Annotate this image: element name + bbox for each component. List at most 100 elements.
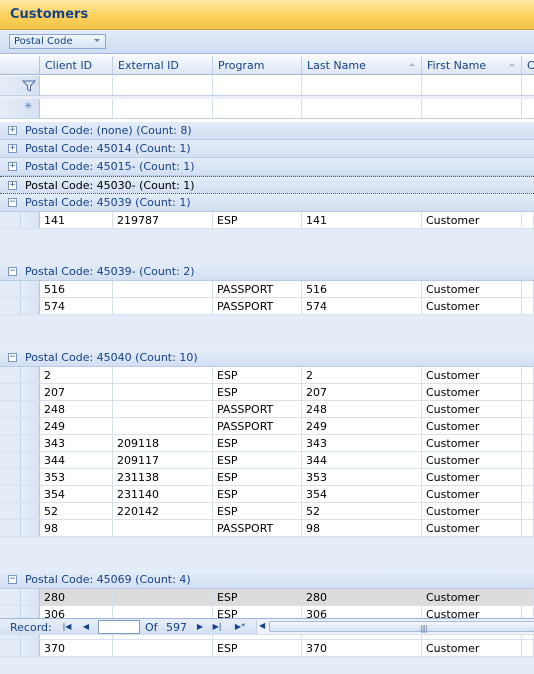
horizontal-scrollbar[interactable]: ◀ ||||	[256, 620, 534, 634]
cell-last-name[interactable]: 344	[302, 452, 422, 468]
cell-next[interactable]	[522, 281, 534, 297]
cell-external-id[interactable]: 219787	[113, 212, 213, 228]
previous-record-icon[interactable]: ◀	[81, 622, 91, 632]
row-indicator[interactable]	[21, 640, 40, 656]
cell-external-id[interactable]	[113, 298, 213, 314]
cell-last-name[interactable]: 516	[302, 281, 422, 297]
row-indicator[interactable]	[21, 281, 40, 297]
cell-program[interactable]: ESP	[213, 640, 302, 656]
table-row[interactable]: 354 231140 ESP 354 Customer	[0, 486, 534, 503]
cell-client-id[interactable]: 98	[40, 520, 113, 536]
group-row[interactable]: − Postal Code: 45069 (Count: 4)	[0, 571, 534, 589]
row-indicator[interactable]	[21, 384, 40, 400]
cell-last-name[interactable]: 2	[302, 367, 422, 383]
group-row[interactable]: − Postal Code: 45040 (Count: 10)	[0, 349, 534, 367]
filter-cell-external-id[interactable]	[113, 76, 213, 95]
new-record-icon[interactable]: ▶*	[233, 622, 247, 632]
column-header-last-name[interactable]: Last Name	[302, 56, 422, 74]
cell-client-id[interactable]: 249	[40, 418, 113, 434]
cell-program[interactable]: ESP	[213, 503, 302, 519]
cell-last-name[interactable]: 354	[302, 486, 422, 502]
cell-client-id[interactable]: 207	[40, 384, 113, 400]
group-row[interactable]: − Postal Code: 45039- (Count: 2)	[0, 263, 534, 281]
row-indicator[interactable]	[21, 418, 40, 434]
cell-client-id[interactable]: 370	[40, 640, 113, 656]
collapse-icon[interactable]: −	[8, 575, 17, 584]
cell-external-id[interactable]	[113, 401, 213, 417]
cell-external-id[interactable]	[113, 281, 213, 297]
row-indicator[interactable]	[21, 212, 40, 228]
cell-next[interactable]	[522, 589, 534, 605]
cell-first-name[interactable]: Customer	[422, 212, 522, 228]
cell-client-id[interactable]: 353	[40, 469, 113, 485]
cell-external-id[interactable]	[113, 384, 213, 400]
cell-program[interactable]: PASSPORT	[213, 401, 302, 417]
cell-next[interactable]	[522, 452, 534, 468]
cell-client-id[interactable]: 280	[40, 589, 113, 605]
cell-next[interactable]	[522, 486, 534, 502]
row-indicator[interactable]	[21, 435, 40, 451]
table-row[interactable]: 574 PASSPORT 574 Customer	[0, 298, 534, 315]
cell-next[interactable]	[522, 640, 534, 656]
cell-first-name[interactable]: Customer	[422, 486, 522, 502]
table-row[interactable]: 2 ESP 2 Customer	[0, 367, 534, 384]
cell-next[interactable]	[522, 418, 534, 434]
table-row[interactable]: 353 231138 ESP 353 Customer	[0, 469, 534, 486]
cell-last-name[interactable]: 353	[302, 469, 422, 485]
table-row[interactable]: 207 ESP 207 Customer	[0, 384, 534, 401]
cell-first-name[interactable]: Customer	[422, 469, 522, 485]
filter-cell-client-id[interactable]	[40, 76, 113, 95]
collapse-icon[interactable]: −	[8, 267, 17, 276]
column-header-program[interactable]: Program	[213, 56, 302, 74]
cell-external-id[interactable]	[113, 589, 213, 605]
cell-program[interactable]: PASSPORT	[213, 298, 302, 314]
cell-last-name[interactable]: 52	[302, 503, 422, 519]
cell-program[interactable]: ESP	[213, 367, 302, 383]
table-row[interactable]: 141 219787 ESP 141 Customer	[0, 212, 534, 229]
cell-last-name[interactable]: 141	[302, 212, 422, 228]
filter-cell-last-name[interactable]	[302, 76, 422, 95]
cell-last-name[interactable]: 370	[302, 640, 422, 656]
cell-external-id[interactable]	[113, 520, 213, 536]
row-indicator[interactable]	[21, 367, 40, 383]
cell-first-name[interactable]: Customer	[422, 589, 522, 605]
cell-program[interactable]: ESP	[213, 589, 302, 605]
cell-next[interactable]	[522, 298, 534, 314]
cell-external-id[interactable]: 220142	[113, 503, 213, 519]
cell-program[interactable]: PASSPORT	[213, 520, 302, 536]
cell-next[interactable]	[522, 503, 534, 519]
table-row[interactable]: 370 ESP 370 Customer	[0, 640, 534, 657]
group-by-postal-code-chip[interactable]: Postal Code	[9, 34, 106, 49]
row-indicator[interactable]	[21, 589, 40, 605]
cell-client-id[interactable]: 52	[40, 503, 113, 519]
scrollbar-thumb[interactable]: ||||	[269, 621, 534, 633]
group-row[interactable]: + Postal Code: 45030- (Count: 1)	[0, 176, 534, 194]
row-indicator[interactable]	[21, 469, 40, 485]
group-row[interactable]: + Postal Code: 45014 (Count: 1)	[0, 140, 534, 158]
expand-icon[interactable]: +	[8, 181, 17, 190]
cell-first-name[interactable]: Customer	[422, 401, 522, 417]
cell-last-name[interactable]: 249	[302, 418, 422, 434]
cell-client-id[interactable]: 354	[40, 486, 113, 502]
new-row-cell[interactable]	[40, 99, 113, 118]
column-header-next[interactable]: C	[522, 56, 534, 74]
table-row[interactable]: 343 209118 ESP 343 Customer	[0, 435, 534, 452]
cell-last-name[interactable]: 574	[302, 298, 422, 314]
new-row-cell[interactable]	[213, 99, 302, 118]
cell-client-id[interactable]: 343	[40, 435, 113, 451]
cell-program[interactable]: ESP	[213, 435, 302, 451]
cell-last-name[interactable]: 207	[302, 384, 422, 400]
cell-next[interactable]	[522, 401, 534, 417]
cell-external-id[interactable]: 209118	[113, 435, 213, 451]
table-row[interactable]: 248 PASSPORT 248 Customer	[0, 401, 534, 418]
cell-first-name[interactable]: Customer	[422, 520, 522, 536]
cell-last-name[interactable]: 280	[302, 589, 422, 605]
expand-icon[interactable]: +	[8, 144, 17, 153]
filter-cell-first-name[interactable]	[422, 76, 522, 95]
record-number-input[interactable]	[98, 620, 140, 634]
cell-program[interactable]: ESP	[213, 452, 302, 468]
cell-next[interactable]	[522, 435, 534, 451]
row-indicator[interactable]	[21, 503, 40, 519]
first-record-icon[interactable]: |◀	[62, 622, 72, 632]
cell-external-id[interactable]: 209117	[113, 452, 213, 468]
